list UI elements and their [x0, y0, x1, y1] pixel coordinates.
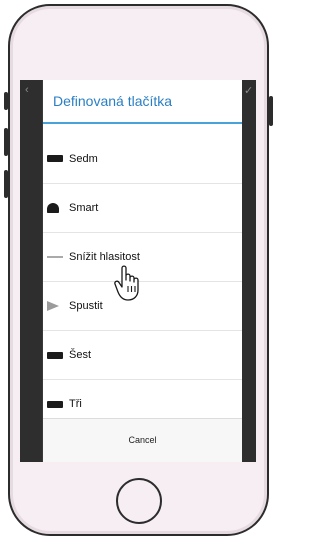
list-item-sedm[interactable]: Sedm: [43, 134, 242, 183]
cancel-button[interactable]: Cancel: [43, 418, 242, 462]
remote-button-icon: [47, 155, 63, 162]
background-app-left: ‹: [20, 80, 42, 462]
volume-up-side-button: [4, 128, 8, 156]
list-item-label: Tři: [69, 398, 82, 410]
volume-down-side-button: [4, 170, 8, 198]
check-icon: ✓: [244, 85, 254, 97]
volume-down-icon: [47, 256, 63, 258]
smart-icon: [47, 203, 59, 213]
home-button[interactable]: [115, 478, 162, 524]
list-item-label: Snížit hlasitost: [69, 251, 140, 263]
list-item-smart[interactable]: Smart: [43, 183, 242, 232]
list-item-label: Spustit: [69, 300, 103, 312]
tap-hand-icon: [114, 265, 139, 301]
list-item-sest[interactable]: Šest: [43, 330, 242, 379]
remote-button-icon: [47, 351, 63, 359]
remote-button-icon: [47, 400, 63, 408]
back-arrow-icon: ‹: [25, 84, 29, 96]
list-item-label: Smart: [69, 202, 99, 214]
dialog-title: Definovaná tlačítka: [53, 93, 173, 109]
background-app-right: ✓: [242, 80, 256, 462]
list-item-label: Sedm: [69, 152, 98, 165]
mute-switch: [4, 92, 8, 110]
list-item-label: Šest: [69, 349, 92, 361]
power-side-button: [269, 96, 273, 126]
list-top-spacer: [43, 124, 242, 134]
play-icon: [47, 301, 59, 311]
